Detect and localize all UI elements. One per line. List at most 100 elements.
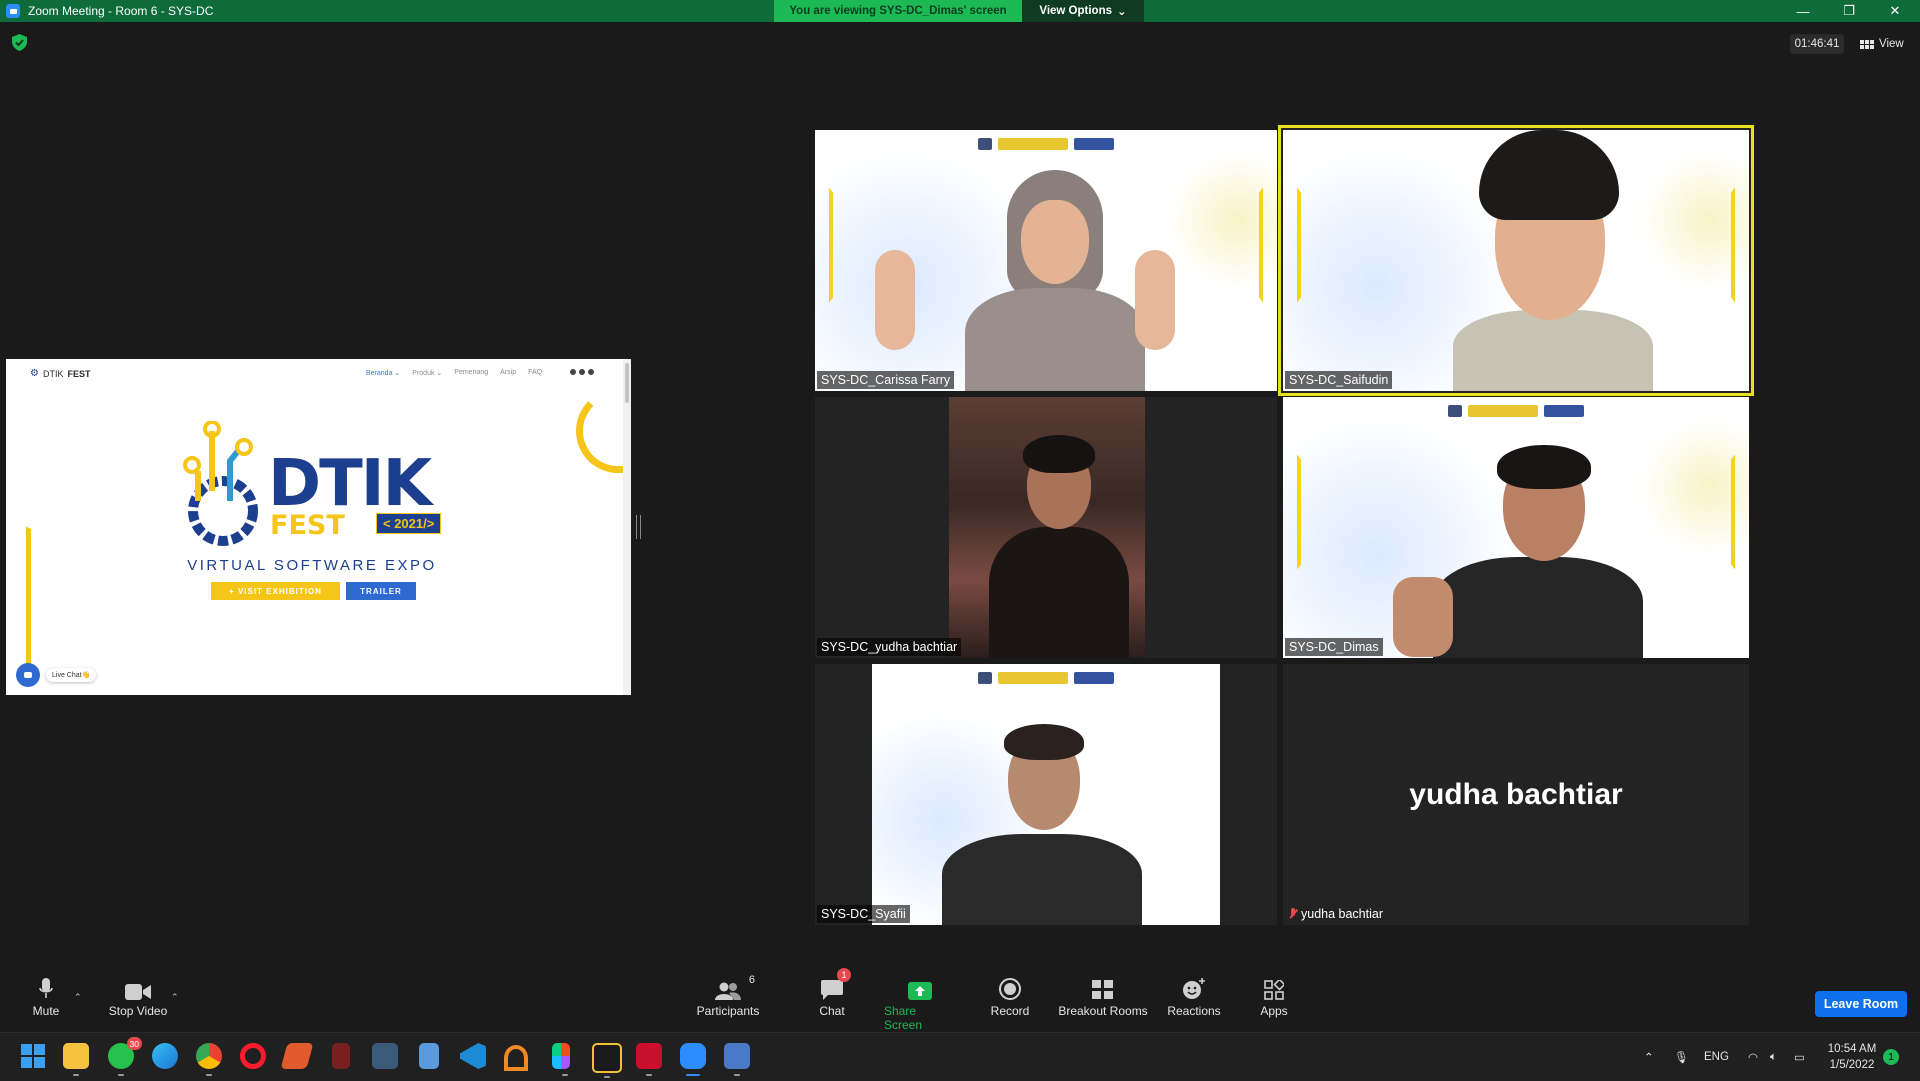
system-clock[interactable]: 10:54 AM 1/5/2022 xyxy=(1822,1041,1882,1073)
windows-taskbar: 30 ⌃ 🎙︎ ENG ◠ 🔈︎ ▭ 10:54 AM 1/5/2022 1 xyxy=(0,1032,1920,1081)
apps-button[interactable]: Apps xyxy=(1256,972,1292,1032)
stop-video-button[interactable]: Stop Video xyxy=(108,972,168,1032)
windows-start-icon[interactable] xyxy=(20,1043,46,1069)
video-tile-syafii[interactable]: SYS-DC_Syafii xyxy=(815,664,1277,925)
wifi-icon[interactable]: ◠ xyxy=(1748,1033,1758,1081)
live-chat-widget[interactable]: Live Chat👋 xyxy=(16,663,97,687)
speaker-icon[interactable]: 🔈︎ xyxy=(1770,1033,1777,1081)
nav-link-arsip[interactable]: Arsip xyxy=(500,369,516,377)
participants-button[interactable]: 6 Participants xyxy=(697,972,760,1032)
dtik-small-logo-icon: ⚙ xyxy=(30,368,39,379)
shared-screen[interactable]: ⚙ DTIK FEST Beranda ⌄ Produk ⌄ Pemenang … xyxy=(6,359,631,695)
zoom-app-icon xyxy=(6,4,20,18)
peace-hand-right xyxy=(1135,250,1175,350)
apps-label: Apps xyxy=(1260,1004,1288,1018)
participant-name-tag: yudha bachtiar xyxy=(1285,905,1387,923)
participant-display-name: yudha bachtiar xyxy=(1409,777,1623,811)
video-tile-saifudin[interactable]: SYS-DC_Saifudin xyxy=(1278,125,1754,396)
monitor-app-icon[interactable] xyxy=(372,1043,398,1069)
sticky-notes-icon[interactable] xyxy=(592,1043,622,1078)
notepad-icon[interactable] xyxy=(419,1043,439,1069)
logo-year: < 2021/> xyxy=(376,513,442,534)
nav-link-pemenang[interactable]: Pemenang xyxy=(454,369,488,377)
website-scrollbar[interactable] xyxy=(623,359,631,695)
mute-options-caret-icon[interactable]: ⌃ xyxy=(74,992,82,1003)
facebook-icon[interactable] xyxy=(570,369,576,375)
remote-desktop-icon[interactable] xyxy=(724,1043,750,1076)
video-tile-carissa[interactable]: SYS-DC_Carissa Farry xyxy=(815,130,1277,391)
nav-brand-2: FEST xyxy=(67,368,91,379)
encryption-shield-icon[interactable] xyxy=(12,34,27,51)
nav-link-beranda[interactable]: Beranda ⌄ xyxy=(366,369,400,377)
event-logos xyxy=(978,138,1114,150)
decorative-arc xyxy=(576,389,623,473)
tray-microphone-icon[interactable]: 🎙︎ xyxy=(1674,1033,1689,1081)
breakout-rooms-button[interactable]: Breakout Rooms xyxy=(1058,972,1148,1032)
leave-room-button[interactable]: Leave Room xyxy=(1815,991,1907,1017)
social-icons xyxy=(570,369,594,375)
chrome-icon[interactable] xyxy=(196,1043,222,1076)
nav-link-produk[interactable]: Produk ⌄ xyxy=(412,369,442,377)
minimize-button[interactable]: — xyxy=(1780,0,1826,22)
show-hidden-icons-chevron-icon[interactable]: ⌃ xyxy=(1644,1033,1654,1081)
books-app-icon[interactable] xyxy=(280,1043,314,1069)
mute-label: Mute xyxy=(32,1004,60,1018)
split-view-handle[interactable] xyxy=(636,515,641,539)
visit-exhibition-button[interactable]: + VISIT EXHIBITION xyxy=(211,582,340,600)
viewing-screen-banner: You are viewing SYS-DC_Dimas' screen xyxy=(774,0,1022,22)
event-logos xyxy=(1448,405,1584,417)
mute-button[interactable]: Mute xyxy=(26,972,66,1032)
figma-icon[interactable] xyxy=(552,1043,570,1076)
vscode-icon[interactable] xyxy=(460,1043,486,1069)
youtube-icon[interactable] xyxy=(579,369,585,375)
notification-badge[interactable]: 1 xyxy=(1883,1049,1899,1065)
video-tile-dimas[interactable]: SYS-DC_Dimas xyxy=(1283,397,1749,658)
record-icon xyxy=(999,972,1021,1000)
apps-icon xyxy=(1264,972,1284,1000)
video-feed xyxy=(1283,130,1749,391)
close-button[interactable]: ✕ xyxy=(1872,0,1918,22)
file-explorer-icon[interactable] xyxy=(63,1043,89,1076)
record-button[interactable]: Record xyxy=(986,972,1034,1032)
edge-icon[interactable] xyxy=(152,1043,178,1069)
zoom-taskbar-icon[interactable] xyxy=(680,1043,706,1076)
trailer-button[interactable]: TRAILER xyxy=(346,582,416,600)
restore-button[interactable]: ❐ xyxy=(1826,0,1872,22)
chat-button[interactable]: 1 Chat xyxy=(812,968,852,1032)
view-label: View xyxy=(1879,38,1904,50)
book-reader-icon[interactable] xyxy=(332,1043,350,1069)
website-navbar: ⚙ DTIK FEST Beranda ⌄ Produk ⌄ Pemenang … xyxy=(6,359,631,389)
video-options-caret-icon[interactable]: ⌃ xyxy=(171,992,179,1003)
circuit-gear-icon xyxy=(183,421,258,546)
meeting-toolbar: Mute ⌃ Stop Video ⌃ 6 Participants 1 Cha… xyxy=(0,968,1920,1032)
whatsapp-icon[interactable]: 30 xyxy=(108,1037,142,1076)
instagram-icon[interactable] xyxy=(588,369,594,375)
opera-icon[interactable] xyxy=(240,1043,266,1069)
chat-bubble-icon[interactable] xyxy=(16,663,40,687)
battery-icon[interactable]: ▭ xyxy=(1794,1033,1805,1081)
chat-label: Chat xyxy=(819,1004,845,1018)
input-language[interactable]: ENG xyxy=(1704,1033,1729,1081)
video-tile-yudha-bachtiar-off[interactable]: yudha bachtiar yudha bachtiar xyxy=(1283,664,1749,925)
view-options-button[interactable]: View Options ⌄ xyxy=(1022,0,1144,22)
participant-name: SYS-DC_Saifudin xyxy=(1285,371,1393,389)
nav-link-faq[interactable]: FAQ xyxy=(528,369,542,377)
filezilla-icon[interactable] xyxy=(636,1043,662,1076)
reactions-button[interactable]: Reactions xyxy=(1165,972,1223,1032)
share-screen-button[interactable]: Share Screen xyxy=(884,972,956,1032)
video-camera-icon xyxy=(125,972,151,1000)
video-feed xyxy=(872,664,1220,925)
live-chat-label[interactable]: Live Chat👋 xyxy=(46,668,97,682)
meeting-timer: 01:46:41 xyxy=(1790,34,1844,54)
breakout-rooms-label: Breakout Rooms xyxy=(1058,1004,1148,1018)
website-logo[interactable]: ⚙ DTIK FEST xyxy=(30,368,91,379)
hotspot-shield-icon[interactable] xyxy=(504,1045,528,1071)
view-layout-button[interactable]: View xyxy=(1860,34,1904,54)
muted-mic-icon xyxy=(1289,908,1297,920)
participants-count: 6 xyxy=(748,974,755,986)
participant-name: yudha bachtiar xyxy=(1301,907,1384,921)
event-logos xyxy=(978,672,1114,684)
video-tile-yudha-bachtiar[interactable]: SYS-DC_yudha bachtiar xyxy=(815,397,1277,658)
clock-time: 10:54 AM xyxy=(1827,1043,1877,1055)
expo-subtitle: VIRTUAL SOFTWARE EXPO xyxy=(187,557,437,574)
